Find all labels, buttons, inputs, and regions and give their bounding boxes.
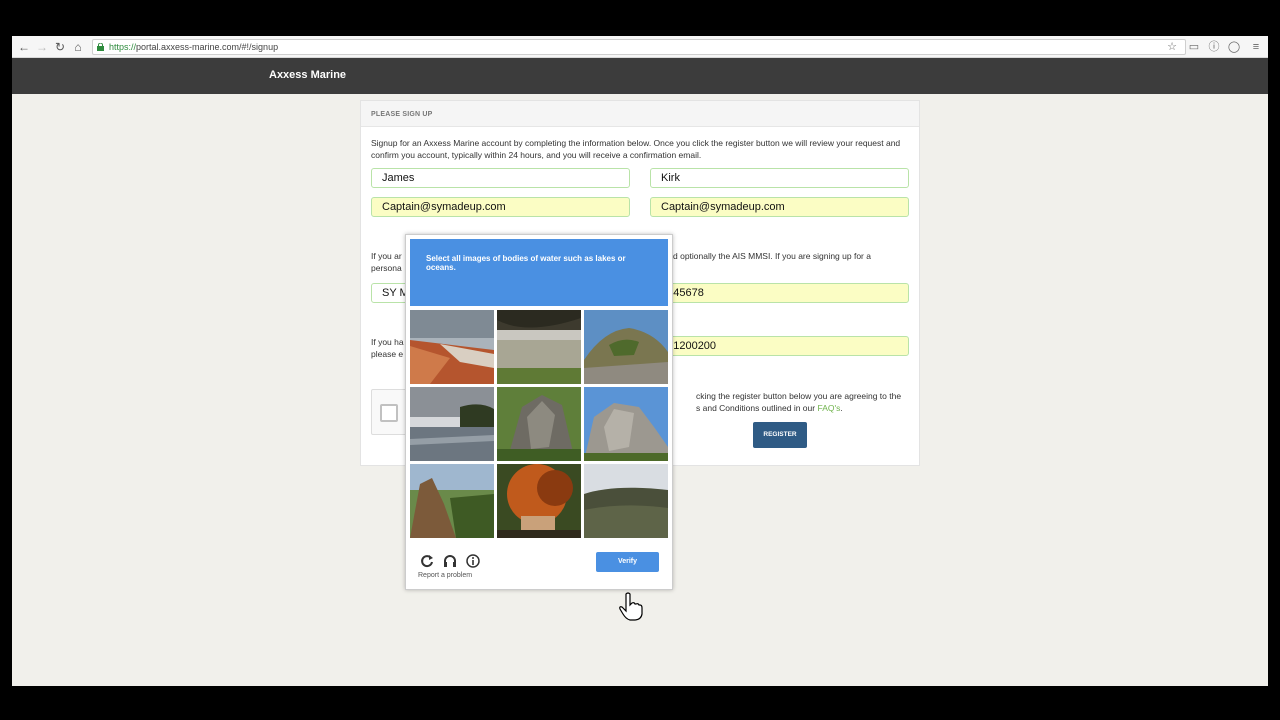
captcha-tile-1[interactable]: [410, 310, 494, 384]
site-brand[interactable]: Axxess Marine: [269, 69, 346, 81]
hand-cursor-icon: [619, 592, 643, 621]
captcha-tile-7[interactable]: [410, 464, 494, 538]
vessel-help-text-right: d optionally the AIS MMSI. If you are si…: [673, 251, 871, 261]
lock-icon: [97, 43, 104, 51]
phone-input[interactable]: M 1200200: [650, 336, 909, 356]
email-input[interactable]: Captain@symadeup.com: [371, 197, 630, 217]
captcha-tile-5[interactable]: [497, 387, 581, 461]
phone-help-text-left-2: please e: [371, 349, 404, 359]
vessel-help-text-left-2: persona: [371, 263, 402, 273]
terms-text-1: cking the register button below you are …: [696, 391, 902, 401]
register-button[interactable]: REGISTER: [753, 422, 807, 448]
panel-heading: PLEASE SIGN UP: [361, 101, 919, 127]
forward-arrow-icon[interactable]: →: [34, 39, 50, 55]
extension-info-icon[interactable]: ⓘ: [1206, 39, 1222, 55]
captcha-tile-4[interactable]: [410, 387, 494, 461]
email-confirm-input[interactable]: Captain@symadeup.com: [650, 197, 909, 217]
url-scheme: https://: [109, 42, 137, 52]
star-icon[interactable]: ☆: [1164, 39, 1180, 55]
terms-text-2: s and Conditions outlined in our FAQ's.: [696, 402, 843, 414]
terms-text-2-body: s and Conditions outlined in our: [696, 403, 816, 413]
captcha-image-grid: [410, 310, 668, 538]
captcha-instruction-header: Select all images of bodies of water suc…: [410, 239, 668, 306]
signup-intro-text: Signup for an Axxess Marine account by c…: [371, 138, 901, 160]
captcha-tile-2[interactable]: [497, 310, 581, 384]
terms-text-end: .: [840, 403, 843, 413]
headphones-icon[interactable]: [442, 553, 458, 569]
browser-window: ← → ↻ ⌂ https://portal.axxess-marine.com…: [12, 36, 1268, 686]
phone-help-text-left: If you ha: [371, 337, 404, 347]
captcha-challenge: Select all images of bodies of water suc…: [405, 234, 673, 590]
first-name-input[interactable]: James: [371, 168, 630, 188]
address-bar[interactable]: https://portal.axxess-marine.com/#!/sign…: [92, 39, 1186, 55]
report-problem-link[interactable]: Report a problem: [418, 572, 472, 579]
reload-icon[interactable]: [419, 553, 435, 569]
captcha-tile-6[interactable]: [584, 387, 668, 461]
info-icon[interactable]: [465, 553, 481, 569]
cast-icon[interactable]: ▭: [1186, 39, 1202, 55]
captcha-tile-8[interactable]: [497, 464, 581, 538]
captcha-tile-9[interactable]: [584, 464, 668, 538]
verify-button[interactable]: Verify: [596, 552, 659, 572]
back-arrow-icon[interactable]: ←: [16, 39, 32, 55]
reload-icon[interactable]: ↻: [52, 39, 68, 55]
mmsi-input[interactable]: 2345678: [650, 283, 909, 303]
site-header: Axxess Marine: [12, 58, 1268, 94]
captcha-tile-3[interactable]: [584, 310, 668, 384]
faq-link[interactable]: FAQ's: [817, 403, 840, 413]
extension-icon[interactable]: ◯: [1226, 39, 1242, 55]
home-icon[interactable]: ⌂: [70, 39, 86, 55]
browser-toolbar: ← → ↻ ⌂ https://portal.axxess-marine.com…: [12, 36, 1268, 58]
captcha-footer: Report a problem Verify: [406, 543, 672, 589]
captcha-instruction: Select all images of bodies of water suc…: [426, 254, 626, 272]
vessel-help-text-left: If you ar: [371, 251, 402, 261]
last-name-input[interactable]: Kirk: [650, 168, 909, 188]
menu-icon[interactable]: ≡: [1248, 39, 1264, 55]
url-path: portal.axxess-marine.com/#!/signup: [136, 42, 279, 52]
not-robot-checkbox[interactable]: [380, 404, 398, 422]
